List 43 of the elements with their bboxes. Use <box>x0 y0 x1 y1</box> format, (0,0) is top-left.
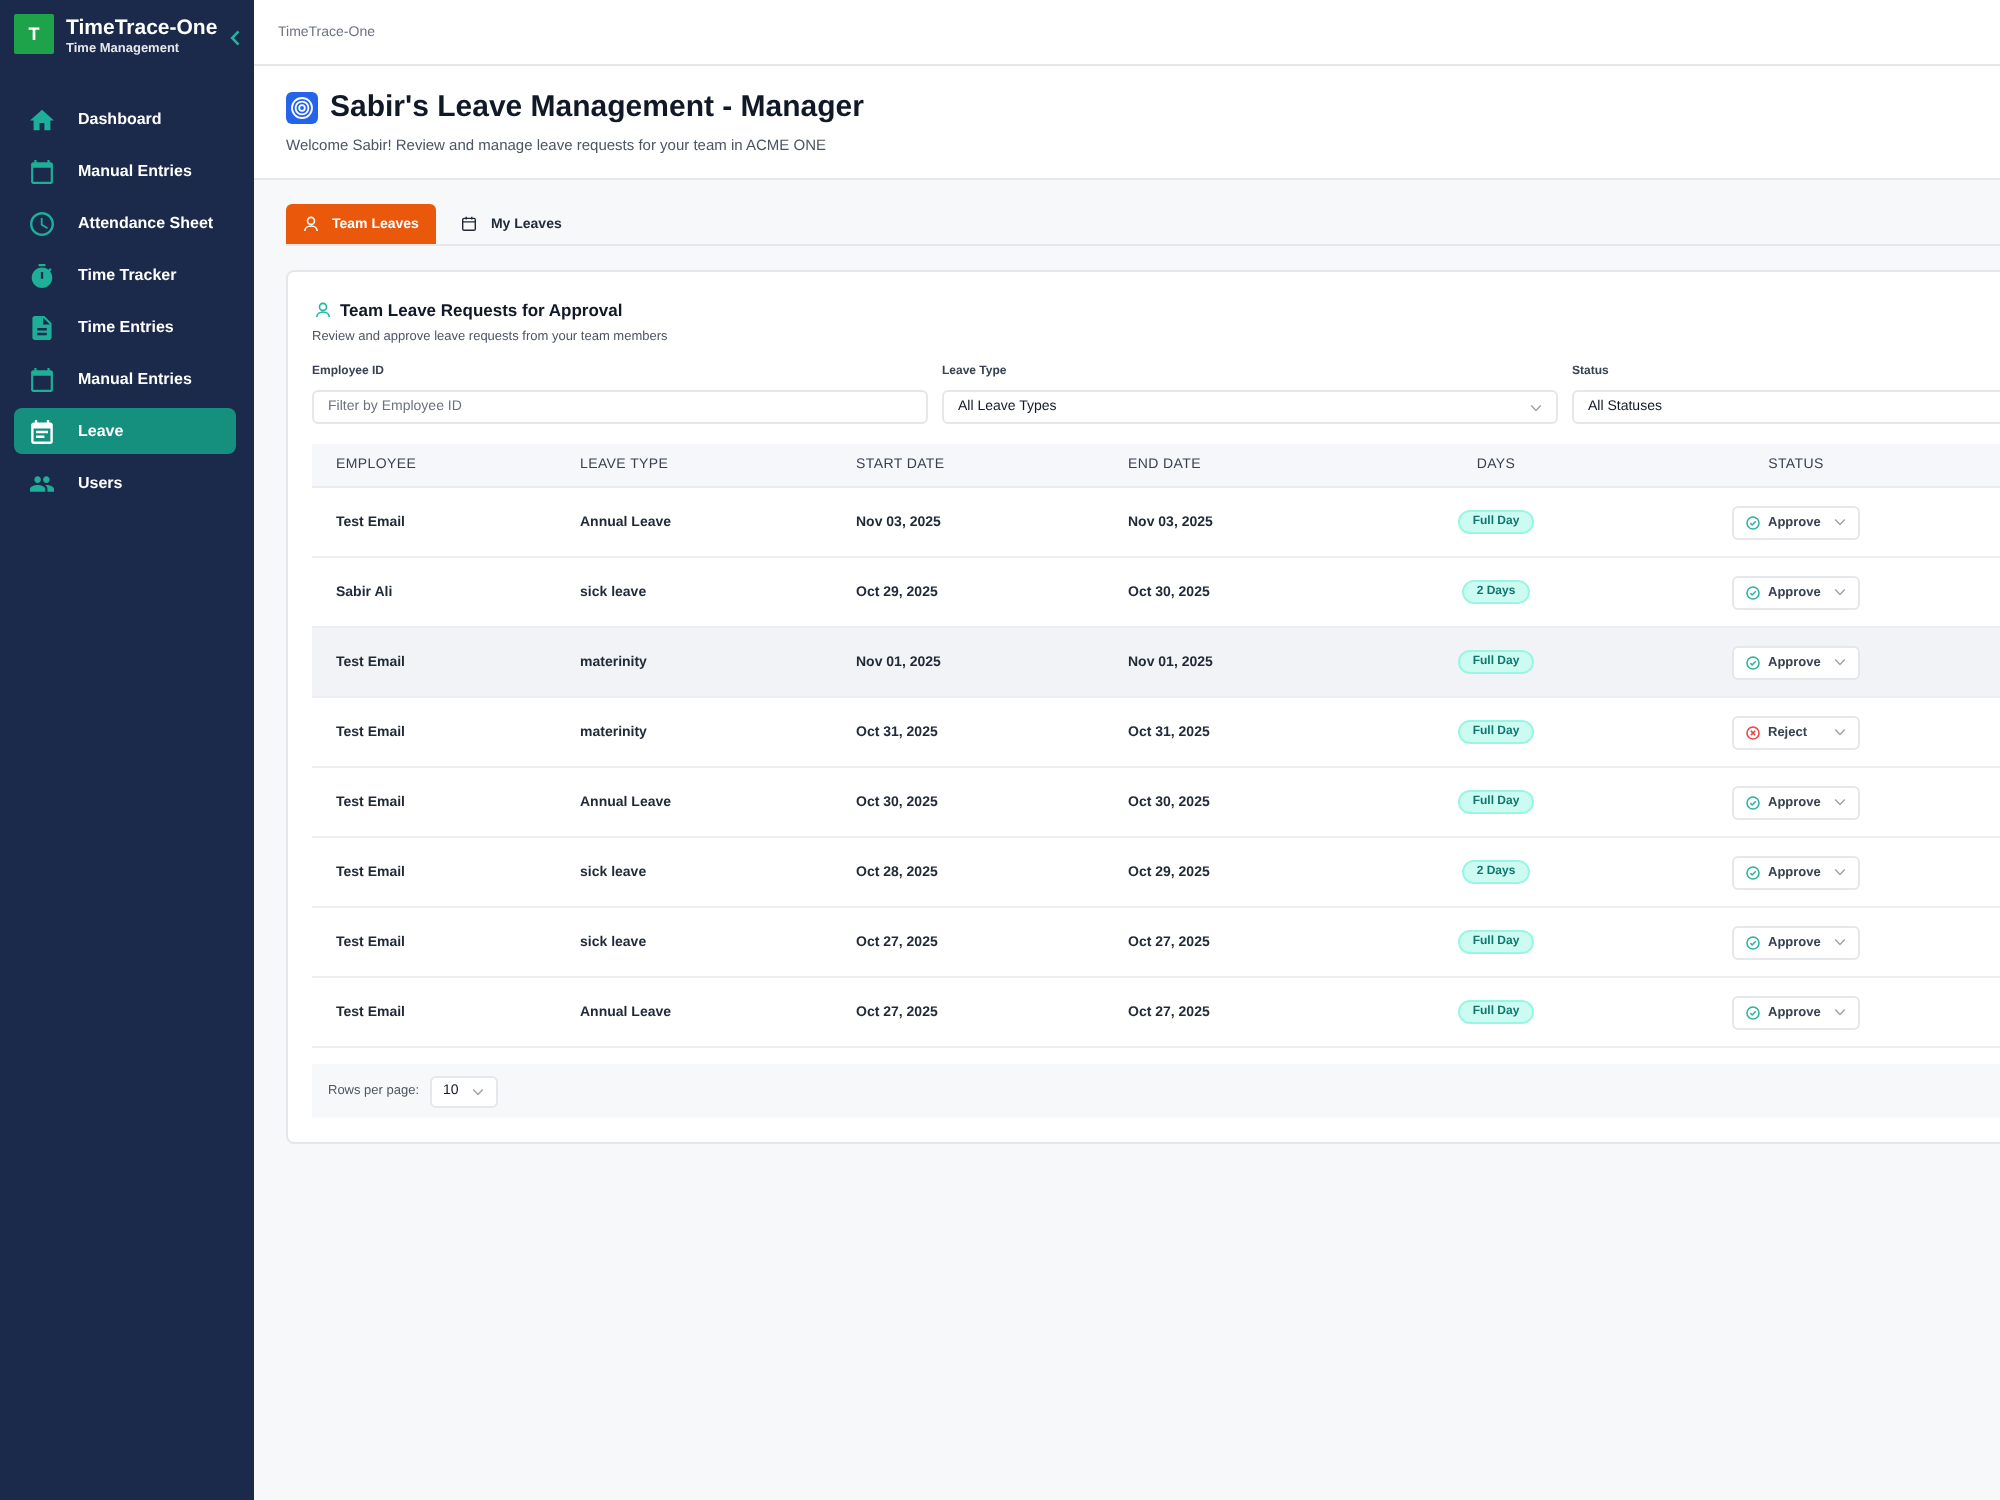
chevron-down-icon <box>472 1087 485 1095</box>
chevron-down-icon <box>1834 518 1846 526</box>
nav-item[interactable]: Users <box>14 460 236 506</box>
stopwatch-icon <box>30 263 54 287</box>
calendar-icon <box>30 159 54 183</box>
nav-item[interactable]: Manual Entries <box>14 148 236 194</box>
nav-item[interactable]: Leave <box>14 408 236 454</box>
chevron-down-icon <box>1834 798 1846 806</box>
chevron-down-icon <box>1834 728 1846 736</box>
chevron-down-icon <box>1834 938 1846 946</box>
chevron-down-icon <box>1834 588 1846 596</box>
check-circle-icon <box>1746 935 1760 949</box>
document-icon <box>30 315 54 339</box>
target-icon <box>286 91 318 123</box>
chevron-down-icon <box>1530 403 1542 411</box>
x-circle-icon <box>1746 725 1760 739</box>
calendar-icon <box>30 419 54 443</box>
user-icon <box>304 216 318 232</box>
check-circle-icon <box>1746 795 1760 809</box>
users-icon <box>30 471 54 495</box>
clock-icon <box>30 211 54 235</box>
app-name: TimeTrace-One <box>66 16 218 40</box>
calendar-icon <box>30 367 54 391</box>
card-title: Team Leave Requests for Approval <box>340 300 623 320</box>
nav-item[interactable]: Time Entries <box>14 304 236 350</box>
check-circle-icon <box>1746 655 1760 669</box>
chevron-down-icon <box>1834 868 1846 876</box>
check-circle-icon <box>1746 515 1760 529</box>
app-logo: T <box>14 14 54 54</box>
nav-item[interactable]: Time Tracker <box>14 252 236 298</box>
check-circle-icon <box>1746 585 1760 599</box>
nav-item[interactable]: Dashboard <box>14 96 236 142</box>
chevron-left-icon[interactable] <box>229 30 240 46</box>
home-icon <box>30 107 54 131</box>
check-circle-icon <box>1746 865 1760 879</box>
nav-item[interactable]: Manual Entries <box>14 356 236 402</box>
chevron-down-icon <box>1834 658 1846 666</box>
check-circle-icon <box>1746 1005 1760 1019</box>
user-icon <box>316 302 330 318</box>
calendar-icon <box>462 216 477 232</box>
chevron-down-icon <box>1834 1008 1846 1016</box>
page-title: Sabir's Leave Management - Manager <box>330 90 864 124</box>
nav-item[interactable]: Attendance Sheet <box>14 200 236 246</box>
